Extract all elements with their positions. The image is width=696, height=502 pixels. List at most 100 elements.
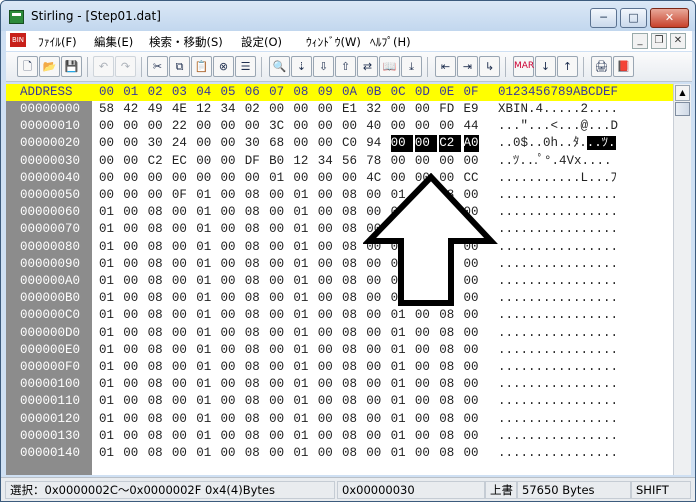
hex-byte[interactable]: 00	[269, 411, 284, 428]
hex-byte[interactable]: 00	[221, 204, 236, 221]
maximize-button[interactable]: □	[620, 8, 647, 28]
hex-byte[interactable]: 00	[221, 325, 236, 342]
hex-byte[interactable]: 01	[293, 307, 308, 324]
hex-byte[interactable]: 08	[245, 376, 260, 393]
hex-byte[interactable]: 00	[221, 428, 236, 445]
hex-byte[interactable]: 00	[172, 428, 187, 445]
hex-byte[interactable]: 00	[415, 325, 430, 342]
hex-byte[interactable]: 00	[221, 445, 236, 462]
hex-byte[interactable]: 00	[318, 359, 333, 376]
hex-byte[interactable]: 01	[293, 221, 308, 238]
ascii-text[interactable]: ................	[498, 239, 618, 256]
hex-byte[interactable]: 01	[391, 445, 406, 462]
hex-byte[interactable]: 01	[293, 256, 308, 273]
ascii-text[interactable]: ................	[498, 393, 618, 410]
hex-byte[interactable]: 00	[464, 445, 479, 462]
hex-byte[interactable]: 08	[342, 256, 357, 273]
hex-byte[interactable]: 00	[172, 411, 187, 428]
hex-byte[interactable]: 08	[342, 325, 357, 342]
hex-byte[interactable]: 08	[148, 290, 163, 307]
hex-byte[interactable]: 01	[196, 256, 211, 273]
replace-icon[interactable]: ⇄	[357, 56, 378, 77]
hex-row[interactable]: 00000010 00 00 00 22 00 00 00 3C 00 00 00 40 00 00 00 44…	[6, 118, 673, 135]
hex-byte[interactable]: 00	[172, 273, 187, 290]
hex-byte[interactable]: 01	[99, 239, 114, 256]
hex-byte[interactable]: 00	[221, 273, 236, 290]
hex-byte[interactable]: 00	[172, 290, 187, 307]
hex-byte[interactable]: 00	[366, 359, 381, 376]
hex-byte[interactable]: 08	[148, 411, 163, 428]
hex-byte[interactable]: 00	[269, 239, 284, 256]
hex-byte[interactable]: 08	[148, 273, 163, 290]
hex-byte[interactable]: 00	[221, 342, 236, 359]
hex-byte[interactable]: 08	[245, 256, 260, 273]
cut-icon[interactable]: ✂	[147, 56, 168, 77]
hex-byte[interactable]: 00	[123, 153, 138, 170]
hex-byte[interactable]: 00	[415, 393, 430, 410]
hex-byte[interactable]: 00	[318, 428, 333, 445]
menu-settings[interactable]: 設定(O)	[241, 34, 282, 50]
hex-view[interactable]: ADDRESS 0123456789ABCDEF 00 01 02 03 04 05 06 0…	[6, 84, 673, 475]
hex-byte[interactable]: 00	[245, 170, 260, 187]
hex-byte[interactable]: 00	[318, 170, 333, 187]
hex-byte[interactable]: 00	[123, 239, 138, 256]
hex-byte[interactable]: 01	[293, 411, 308, 428]
hex-byte[interactable]: C0	[342, 135, 357, 152]
hex-byte[interactable]: 00	[269, 428, 284, 445]
find-icon[interactable]: 🔍	[269, 56, 290, 77]
hex-byte[interactable]: 00	[366, 428, 381, 445]
ascii-text[interactable]: ................	[498, 342, 618, 359]
goto-start-icon[interactable]: ⇤	[435, 56, 456, 77]
hex-byte[interactable]: 00	[318, 256, 333, 273]
hex-byte[interactable]: 01	[293, 445, 308, 462]
hex-byte[interactable]: 00	[415, 411, 430, 428]
hex-byte[interactable]: 00	[221, 153, 236, 170]
hex-byte[interactable]: 08	[439, 376, 454, 393]
hex-byte[interactable]: 32	[366, 101, 381, 118]
hex-byte[interactable]: 00	[269, 307, 284, 324]
hex-byte[interactable]: 00	[221, 221, 236, 238]
hex-byte[interactable]: 01	[196, 359, 211, 376]
hex-byte[interactable]: 01	[391, 325, 406, 342]
hex-byte[interactable]: 01	[196, 221, 211, 238]
hex-row[interactable]: 00000020 00 00 30 24 00 00 30 68 00 00 C0 94 00 00 C2 A0…	[6, 135, 673, 153]
hex-byte[interactable]: 00	[123, 393, 138, 410]
hex-byte[interactable]: 08	[439, 342, 454, 359]
hex-byte[interactable]: 00	[464, 153, 479, 170]
hex-byte[interactable]: 00	[172, 359, 187, 376]
hex-byte[interactable]: 01	[196, 187, 211, 204]
hex-byte[interactable]: 00	[269, 393, 284, 410]
hex-row[interactable]: 000000E0 01 00 08 00 01 00 08 00 01 00 08 00 01 00 08 00…	[6, 342, 673, 359]
hex-byte[interactable]: 01	[391, 359, 406, 376]
hex-byte[interactable]: 01	[293, 204, 308, 221]
undo-icon[interactable]: ↶	[93, 56, 114, 77]
hex-byte[interactable]: 00	[318, 118, 333, 135]
hex-byte[interactable]: 00	[269, 325, 284, 342]
mdi-restore-icon[interactable]: ❐	[651, 33, 667, 49]
hex-byte[interactable]: 00	[221, 411, 236, 428]
find-next-icon[interactable]: ⇣	[291, 56, 312, 77]
hex-byte[interactable]: 00	[415, 376, 430, 393]
hex-byte[interactable]: 01	[196, 342, 211, 359]
hex-byte[interactable]: 08	[148, 325, 163, 342]
hex-byte[interactable]: 00	[221, 359, 236, 376]
hex-byte[interactable]: 00	[269, 359, 284, 376]
hex-byte[interactable]: 08	[342, 307, 357, 324]
hex-byte[interactable]: 01	[293, 239, 308, 256]
hex-byte[interactable]: 00	[172, 239, 187, 256]
hex-byte[interactable]: 00	[172, 307, 187, 324]
hex-byte[interactable]: 44	[464, 118, 479, 135]
hex-byte[interactable]: 00	[366, 307, 381, 324]
hex-byte[interactable]: 08	[439, 445, 454, 462]
hex-byte[interactable]: 01	[196, 325, 211, 342]
hex-row[interactable]: 00000040 00 00 00 00 00 00 00 01 00 00 00 4C 00 00 00 CC…	[6, 170, 673, 187]
open-folder-icon[interactable]: 📂	[39, 56, 60, 77]
hex-byte[interactable]: 00	[391, 101, 406, 118]
hex-byte[interactable]: 08	[342, 273, 357, 290]
ascii-text[interactable]: ................	[498, 204, 618, 221]
hex-byte[interactable]: 08	[342, 204, 357, 221]
hex-byte[interactable]: 08	[342, 376, 357, 393]
hex-byte[interactable]: 00	[221, 135, 236, 152]
hex-byte[interactable]: 08	[245, 307, 260, 324]
hex-byte[interactable]: 00	[148, 170, 163, 187]
